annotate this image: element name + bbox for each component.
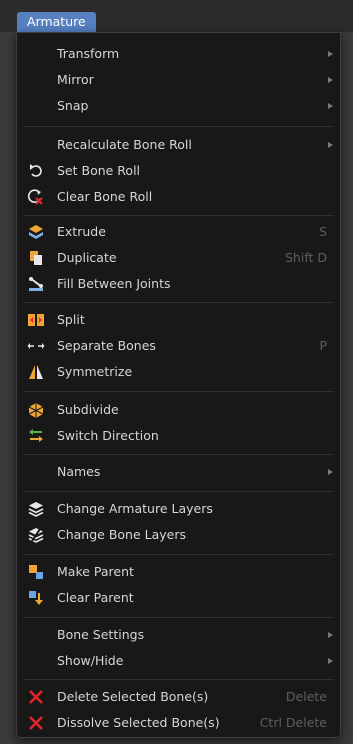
menu-item-clear-bone-roll[interactable]: Clear Bone Roll — [17, 185, 340, 209]
menu-item-label: Delete Selected Bone(s) — [57, 689, 209, 704]
switch-direction-icon — [27, 427, 45, 445]
menu-item-label: Subdivide — [57, 402, 119, 417]
menu-item-label: Make Parent — [57, 564, 134, 579]
bone-layers-icon — [27, 526, 45, 544]
menu-item-switch-direction[interactable]: Switch Direction — [17, 424, 340, 448]
menu-item-symmetrize[interactable]: Symmetrize — [17, 360, 340, 384]
subdivide-icon — [27, 401, 45, 419]
menu-item-recalculate-bone-roll[interactable]: Recalculate Bone Roll — [17, 133, 340, 157]
menu-item-transform[interactable]: Transform — [17, 42, 340, 66]
menu-item-set-bone-roll[interactable]: Set Bone Roll — [17, 159, 340, 183]
menu-item-dissolve-selected-bones[interactable]: Dissolve Selected Bone(s) Ctrl Delete — [17, 711, 340, 735]
menu-item-duplicate[interactable]: Duplicate Shift D — [17, 246, 340, 270]
menu-item-mirror[interactable]: Mirror — [17, 68, 340, 92]
submenu-arrow-icon — [328, 469, 333, 475]
menu-item-label: Transform — [57, 46, 120, 61]
submenu-arrow-icon — [328, 658, 333, 664]
submenu-arrow-icon — [328, 142, 333, 148]
dissolve-x-icon — [27, 714, 45, 732]
menu-item-change-armature-layers[interactable]: Change Armature Layers — [17, 497, 340, 521]
menu-item-fill-between-joints[interactable]: Fill Between Joints — [17, 272, 340, 296]
split-icon — [27, 311, 45, 329]
menu-item-label: Names — [57, 464, 101, 479]
menu-item-subdivide[interactable]: Subdivide — [17, 398, 340, 422]
separator — [23, 679, 334, 680]
shortcut-label: P — [319, 338, 327, 353]
menu-item-bone-settings[interactable]: Bone Settings — [17, 623, 340, 647]
fill-between-joints-icon — [27, 275, 45, 293]
shortcut-label: Shift D — [284, 250, 327, 265]
menu-item-label: Snap — [57, 98, 89, 113]
menu-item-label: Mirror — [57, 72, 94, 87]
separator — [23, 126, 334, 127]
set-bone-roll-icon — [27, 162, 45, 180]
clear-bone-roll-icon — [27, 188, 45, 206]
menu-item-label: Separate Bones — [57, 338, 156, 353]
duplicate-icon — [27, 249, 45, 267]
menu-item-label: Duplicate — [57, 250, 117, 265]
menu-item-label: Fill Between Joints — [57, 276, 171, 291]
make-parent-icon — [27, 563, 45, 581]
separate-bones-icon — [27, 337, 45, 355]
menu-item-label: Clear Bone Roll — [57, 189, 153, 204]
menu-item-clear-parent[interactable]: Clear Parent — [17, 586, 340, 610]
armature-layers-icon — [27, 500, 45, 518]
extrude-icon — [27, 223, 45, 241]
armature-menu: Transform Mirror Snap Recalculate Bone R… — [16, 32, 341, 738]
separator — [23, 391, 334, 392]
separator — [23, 454, 334, 455]
menu-item-split[interactable]: Split — [17, 308, 340, 332]
menu-item-names[interactable]: Names — [17, 460, 340, 484]
separator — [23, 302, 334, 303]
menu-item-snap[interactable]: Snap — [17, 94, 340, 118]
menu-item-change-bone-layers[interactable]: Change Bone Layers — [17, 523, 340, 547]
clear-parent-icon — [27, 589, 45, 607]
menu-item-label: Extrude — [57, 224, 106, 239]
menu-item-label: Dissolve Selected Bone(s) — [57, 715, 220, 730]
menu-item-label: Switch Direction — [57, 428, 159, 443]
menu-item-label: Show/Hide — [57, 653, 124, 668]
menu-item-label: Bone Settings — [57, 627, 145, 642]
menu-item-label: Change Bone Layers — [57, 527, 187, 542]
menu-item-label: Clear Parent — [57, 590, 134, 605]
separator — [23, 617, 334, 618]
shortcut-label: Delete — [285, 689, 327, 704]
separator — [23, 215, 334, 216]
submenu-arrow-icon — [328, 632, 333, 638]
submenu-arrow-icon — [328, 51, 333, 57]
menu-item-separate-bones[interactable]: Separate Bones P — [17, 334, 340, 358]
symmetrize-icon — [27, 363, 45, 381]
submenu-arrow-icon — [328, 77, 333, 83]
shortcut-label: S — [319, 224, 327, 239]
menu-item-label: Recalculate Bone Roll — [57, 137, 192, 152]
menu-item-show-hide[interactable]: Show/Hide — [17, 649, 340, 673]
menu-item-label: Split — [57, 312, 85, 327]
menu-item-extrude[interactable]: Extrude S — [17, 220, 340, 244]
submenu-arrow-icon — [328, 103, 333, 109]
delete-x-icon — [27, 688, 45, 706]
separator — [23, 491, 334, 492]
menu-item-delete-selected-bones[interactable]: Delete Selected Bone(s) Delete — [17, 685, 340, 709]
separator — [23, 554, 334, 555]
armature-menu-button[interactable]: Armature — [17, 12, 96, 32]
shortcut-label: Ctrl Delete — [259, 715, 327, 730]
menu-item-label: Set Bone Roll — [57, 163, 141, 178]
menu-item-label: Symmetrize — [57, 364, 133, 379]
menu-item-make-parent[interactable]: Make Parent — [17, 560, 340, 584]
menu-item-label: Change Armature Layers — [57, 501, 213, 516]
